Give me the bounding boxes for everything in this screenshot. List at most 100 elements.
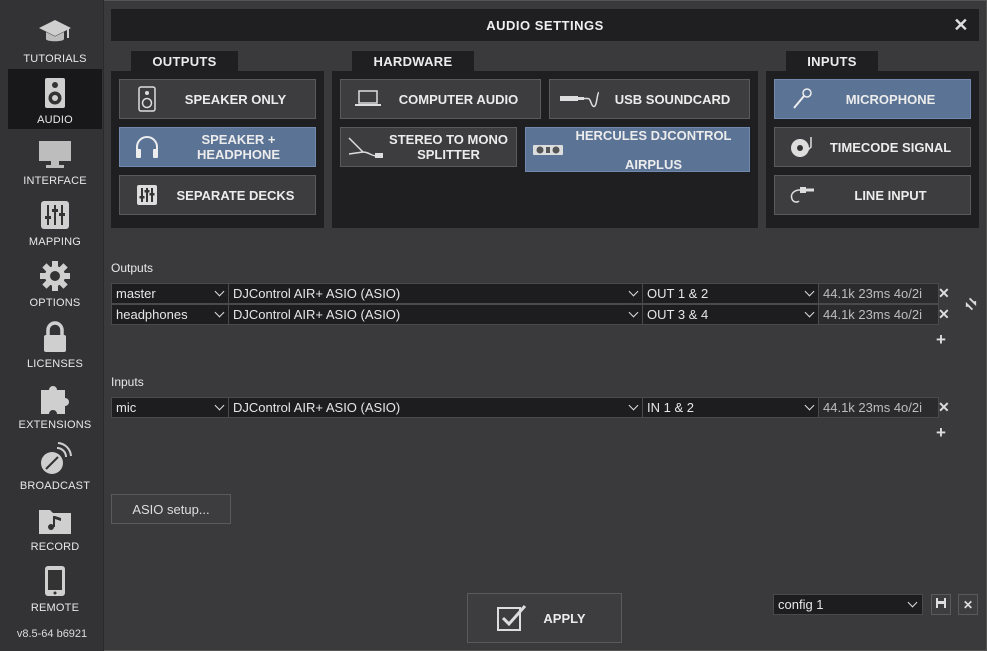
close-icon: ✕ (962, 597, 974, 612)
button-label: TIMECODE SIGNAL (829, 139, 952, 155)
chevron-down-icon (804, 286, 815, 297)
speaker-icon (38, 76, 72, 110)
sidebar-item-label: MAPPING (28, 236, 82, 248)
sidebar-item-label: REMOTE (30, 602, 80, 614)
music-folder-icon (38, 503, 72, 537)
sidebar: TUTORIALS AUDIO INTERFACE MAPPING OPTION… (0, 0, 104, 651)
microphone-icon (787, 84, 817, 114)
button-label: STEREO TO MONO SPLITTER (389, 132, 508, 162)
sidebar-item-interface[interactable]: INTERFACE (8, 130, 102, 190)
puzzle-icon (38, 381, 72, 415)
sidebar-item-label: EXTENSIONS (18, 419, 92, 431)
sidebar-item-remote[interactable]: REMOTE (8, 557, 102, 617)
title-bar: AUDIO SETTINGS ✕ (111, 9, 979, 41)
button-label: SPEAKER + HEADPHONE (196, 132, 281, 162)
chevron-down-icon (907, 597, 918, 608)
sidebar-item-tutorials[interactable]: TUTORIALS (8, 8, 102, 68)
separate-decks-button[interactable]: SEPARATE DECKS (119, 175, 316, 215)
close-icon[interactable]: ✕ (953, 15, 969, 36)
remove-row-icon[interactable]: ✕ (938, 399, 950, 416)
usb-cable-icon (558, 84, 602, 114)
input-info: 44.1k 23ms 4o/2i (818, 397, 939, 418)
graduation-cap-icon (38, 15, 72, 49)
output-channels-select[interactable]: OUT 1 & 2 (642, 283, 819, 304)
sidebar-item-label: OPTIONS (29, 297, 81, 309)
sidebar-item-broadcast[interactable]: BROADCAST (8, 435, 102, 495)
stereo-to-mono-splitter-button[interactable]: STEREO TO MONO SPLITTER (340, 127, 517, 167)
input-name-select[interactable]: mic (111, 397, 229, 418)
button-label: USB SOUNDCARD (614, 91, 731, 107)
select-value: OUT 1 & 2 (647, 286, 709, 301)
remove-row-icon[interactable]: ✕ (938, 285, 950, 302)
sidebar-item-record[interactable]: RECORD (8, 496, 102, 556)
output-name-select[interactable]: headphones (111, 304, 229, 325)
dj-controller-icon (532, 135, 564, 165)
config-select[interactable]: config 1 (773, 594, 923, 615)
line-input-button[interactable]: LINE INPUT (774, 175, 971, 215)
microphone-button[interactable]: MICROPHONE (774, 79, 971, 119)
button-label: COMPUTER AUDIO (398, 91, 519, 107)
sliders-icon (38, 198, 72, 232)
sidebar-item-label: BROADCAST (19, 480, 91, 492)
select-value: OUT 3 & 4 (647, 307, 709, 322)
add-output-icon[interactable]: + (936, 330, 946, 350)
sidebar-item-label: LICENSES (26, 358, 83, 370)
computer-audio-button[interactable]: COMPUTER AUDIO (340, 79, 541, 119)
sidebar-item-label: RECORD (30, 541, 80, 553)
sidebar-item-extensions[interactable]: EXTENSIONS (8, 374, 102, 434)
inputs-table-label: Inputs (111, 375, 144, 389)
headphones-icon (132, 132, 162, 162)
save-config-button[interactable] (931, 594, 951, 615)
lock-icon (38, 320, 72, 354)
asio-setup-button[interactable]: ASIO setup... (111, 494, 231, 524)
button-label: SPEAKER ONLY (184, 91, 287, 107)
chevron-down-icon (214, 307, 225, 318)
laptop-icon (353, 84, 383, 114)
sidebar-item-label: AUDIO (37, 114, 73, 126)
input-channels-select[interactable]: IN 1 & 2 (642, 397, 819, 418)
swap-rows-icon[interactable] (964, 297, 978, 316)
sidebar-item-audio[interactable]: AUDIO (8, 69, 102, 129)
checkbox-check-icon (496, 603, 528, 633)
speaker-only-button[interactable]: SPEAKER ONLY (119, 79, 316, 119)
select-value: master (116, 286, 156, 301)
button-label: HERCULES DJCONTROL AIRPLUS (575, 127, 732, 172)
chevron-down-icon (214, 400, 225, 411)
timecode-signal-button[interactable]: TIMECODE SIGNAL (774, 127, 971, 167)
save-icon (935, 597, 947, 612)
jack-cable-icon (787, 180, 817, 210)
input-device-select[interactable]: DJControl AIR+ ASIO (ASIO) (228, 397, 643, 418)
usb-soundcard-button[interactable]: USB SOUNDCARD (549, 79, 750, 119)
output-name-select[interactable]: master (111, 283, 229, 304)
select-value: headphones (116, 307, 188, 322)
hardware-section-title: HARDWARE (352, 51, 474, 71)
sidebar-item-label: INTERFACE (23, 175, 87, 187)
sidebar-item-mapping[interactable]: MAPPING (8, 191, 102, 251)
remove-row-icon[interactable]: ✕ (938, 306, 950, 323)
version-label: v8.5-64 b6921 (16, 628, 88, 640)
delete-config-button[interactable]: ✕ (958, 594, 978, 615)
sidebar-item-licenses[interactable]: LICENSES (8, 313, 102, 373)
output-channels-select[interactable]: OUT 3 & 4 (642, 304, 819, 325)
window-title: AUDIO SETTINGS (486, 17, 604, 33)
chevron-down-icon (214, 286, 225, 297)
sidebar-item-options[interactable]: OPTIONS (8, 252, 102, 312)
add-input-icon[interactable]: + (936, 423, 946, 443)
select-value: config 1 (778, 597, 824, 612)
output-device-select[interactable]: DJControl AIR+ ASIO (ASIO) (228, 304, 643, 325)
apply-button[interactable]: APPLY (467, 593, 622, 643)
select-value: DJControl AIR+ ASIO (ASIO) (233, 307, 401, 322)
chevron-down-icon (804, 307, 815, 318)
output-device-select[interactable]: DJControl AIR+ ASIO (ASIO) (228, 283, 643, 304)
output-info: 44.1k 23ms 4o/2i (818, 283, 939, 304)
sidebar-item-label: TUTORIALS (23, 53, 87, 65)
chevron-down-icon (628, 307, 639, 318)
button-label: LINE INPUT (854, 187, 927, 203)
apply-label: APPLY (543, 610, 586, 626)
satellite-dish-icon (38, 442, 72, 476)
button-label: MICROPHONE (845, 91, 936, 107)
select-value: DJControl AIR+ ASIO (ASIO) (233, 286, 401, 301)
hercules-djcontrol-airplus-button[interactable]: HERCULES DJCONTROL AIRPLUS (525, 127, 750, 172)
speaker-headphone-button[interactable]: SPEAKER + HEADPHONE (119, 127, 316, 167)
phone-icon (38, 564, 72, 598)
